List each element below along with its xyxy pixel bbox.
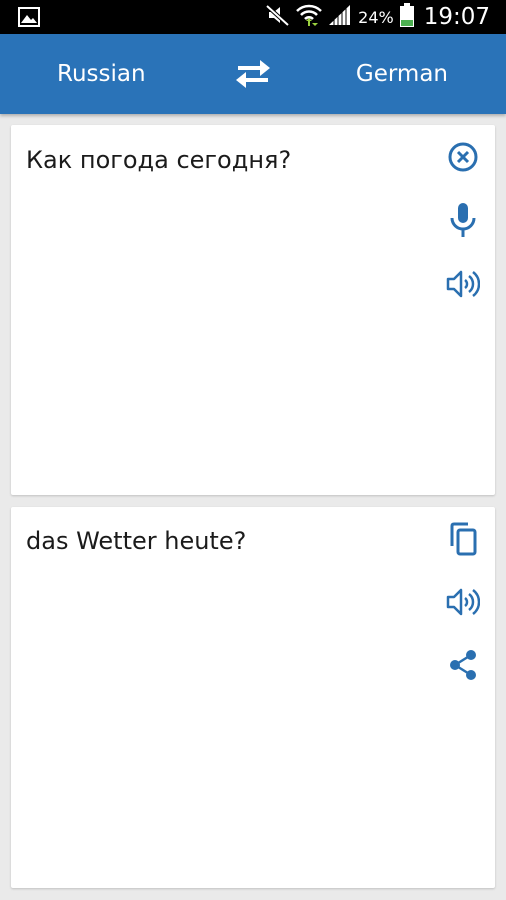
speaker-icon [446, 588, 480, 616]
source-language-button[interactable]: Russian [57, 34, 146, 114]
wifi-icon [296, 3, 323, 32]
source-text-input[interactable]: Как погода сегодня? [26, 146, 291, 174]
microphone-button[interactable] [445, 202, 481, 238]
mute-icon [265, 4, 290, 31]
signal-icon [328, 4, 352, 31]
clock: 19:07 [423, 4, 490, 30]
copy-button[interactable] [445, 521, 481, 557]
speaker-icon [446, 270, 480, 298]
image-notification-icon [18, 7, 40, 32]
target-speak-button[interactable] [445, 584, 481, 620]
microphone-icon [450, 203, 476, 237]
share-icon [450, 650, 476, 680]
share-button[interactable] [445, 647, 481, 683]
swap-icon [236, 60, 270, 88]
language-toolbar: Russian German [0, 34, 506, 114]
battery-icon [399, 2, 414, 32]
source-speak-button[interactable] [445, 266, 481, 302]
clear-icon [448, 142, 478, 172]
status-bar: 24% 19:07 [0, 0, 506, 34]
target-language-button[interactable]: German [356, 34, 448, 114]
clear-button[interactable] [445, 139, 481, 175]
battery-percent: 24% [358, 7, 394, 27]
target-card: das Wetter heute? [11, 507, 495, 888]
translated-text: das Wetter heute? [26, 527, 247, 555]
source-card: Как погода сегодня? [11, 125, 495, 495]
swap-languages-button[interactable] [234, 58, 272, 90]
copy-icon [450, 522, 477, 556]
